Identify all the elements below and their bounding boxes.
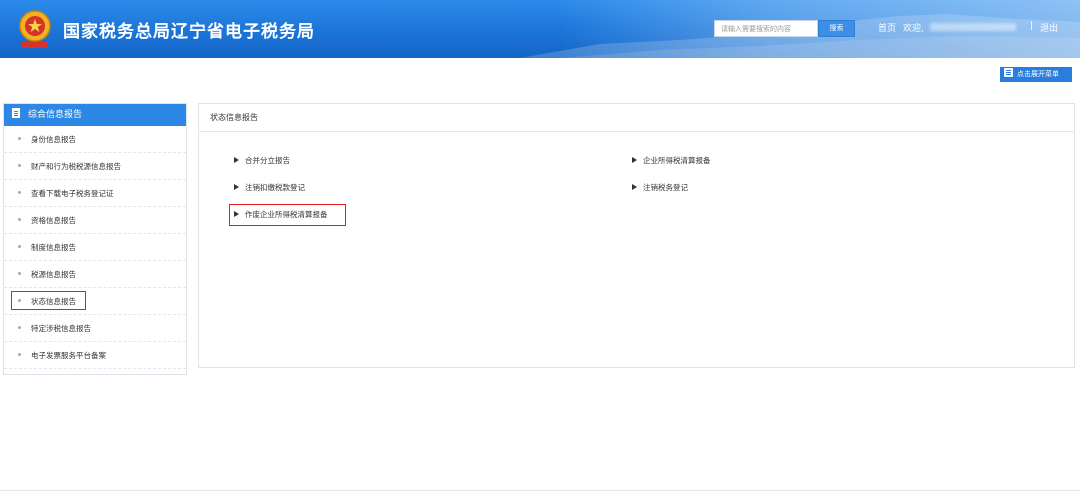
- sidebar-item-label: 资格信息报告: [31, 216, 76, 225]
- bottom-divider: [0, 490, 1080, 491]
- highlight-box-sidebar: [11, 291, 86, 310]
- menu-icon: [1004, 68, 1013, 77]
- sidebar-item-label: 身份信息报告: [31, 135, 76, 144]
- site-title: 国家税务总局辽宁省电子税务局: [63, 22, 315, 42]
- search-button[interactable]: 搜索: [818, 20, 855, 37]
- nav-separator: |: [1030, 21, 1034, 31]
- triangle-right-icon: [234, 157, 239, 163]
- search-input[interactable]: 请输入需要搜索的内容: [714, 20, 818, 37]
- sidebar-item-label: 电子发票服务平台备案: [31, 351, 106, 360]
- link-label: 注销税务登记: [643, 183, 688, 192]
- bullet-icon: [18, 272, 21, 275]
- bullet-icon: [18, 353, 21, 356]
- link-cancel-withholding-registration[interactable]: 注销扣缴税款登记: [234, 182, 305, 193]
- sidebar-item-label: 财产和行为税税源信息报告: [31, 162, 121, 171]
- nav-home-link[interactable]: 首页: [878, 21, 896, 34]
- link-liquidation-filing[interactable]: 企业所得税清算报备: [632, 155, 711, 166]
- bullet-icon: [18, 218, 21, 221]
- link-label: 合并分立报告: [245, 156, 290, 165]
- bullet-icon: [18, 137, 21, 140]
- sidebar-item-label: 税源信息报告: [31, 270, 76, 279]
- sidebar-item-label: 查看下载电子税务登记证: [31, 189, 114, 198]
- sidebar-item-qualification[interactable]: 资格信息报告: [4, 207, 186, 234]
- expand-menu-label: 点击展开菜单: [1017, 70, 1059, 78]
- sidebar-item-label: 制度信息报告: [31, 243, 76, 252]
- user-name-redacted: [930, 23, 1016, 31]
- sidebar-item-specific-tax[interactable]: 特定涉税信息报告: [4, 315, 186, 342]
- sidebar-item-label: 特定涉税信息报告: [31, 324, 91, 333]
- sidebar-heading[interactable]: 综合信息报告: [4, 104, 186, 126]
- sidebar-item-e-invoice[interactable]: 电子发票服务平台备案: [4, 342, 186, 369]
- bullet-icon: [18, 326, 21, 329]
- bullet-icon: [18, 164, 21, 167]
- link-merger-split-report[interactable]: 合并分立报告: [234, 155, 290, 166]
- page-title: 状态信息报告: [199, 104, 1074, 132]
- nav-welcome-text: 欢迎,: [903, 24, 924, 34]
- document-icon: [12, 108, 20, 118]
- sidebar-item-system[interactable]: 制度信息报告: [4, 234, 186, 261]
- sidebar-item-identity[interactable]: 身份信息报告: [4, 126, 186, 153]
- sidebar-item-download-certificate[interactable]: 查看下载电子税务登记证: [4, 180, 186, 207]
- tax-emblem-icon: [19, 10, 51, 48]
- sidebar: 综合信息报告 身份信息报告 财产和行为税税源信息报告 查看下载电子税务登记证 资…: [3, 103, 187, 375]
- logout-link[interactable]: 退出: [1040, 21, 1058, 34]
- expand-menu-button[interactable]: 点击展开菜单: [1000, 67, 1072, 82]
- link-label: 注销扣缴税款登记: [245, 183, 305, 192]
- bullet-icon: [18, 191, 21, 194]
- top-header: 国家税务总局辽宁省电子税务局 请输入需要搜索的内容 搜索 首页 欢迎, | 退出: [0, 0, 1080, 58]
- link-cancel-tax-registration[interactable]: 注销税务登记: [632, 182, 688, 193]
- highlight-box-main: [229, 204, 346, 226]
- triangle-right-icon: [632, 184, 637, 190]
- triangle-right-icon: [234, 184, 239, 190]
- link-label: 企业所得税清算报备: [643, 156, 711, 165]
- sidebar-heading-label: 综合信息报告: [28, 110, 83, 120]
- triangle-right-icon: [632, 157, 637, 163]
- sidebar-item-property-tax[interactable]: 财产和行为税税源信息报告: [4, 153, 186, 180]
- main-panel: 状态信息报告: [198, 103, 1075, 368]
- bullet-icon: [18, 245, 21, 248]
- sidebar-item-tax-source[interactable]: 税源信息报告: [4, 261, 186, 288]
